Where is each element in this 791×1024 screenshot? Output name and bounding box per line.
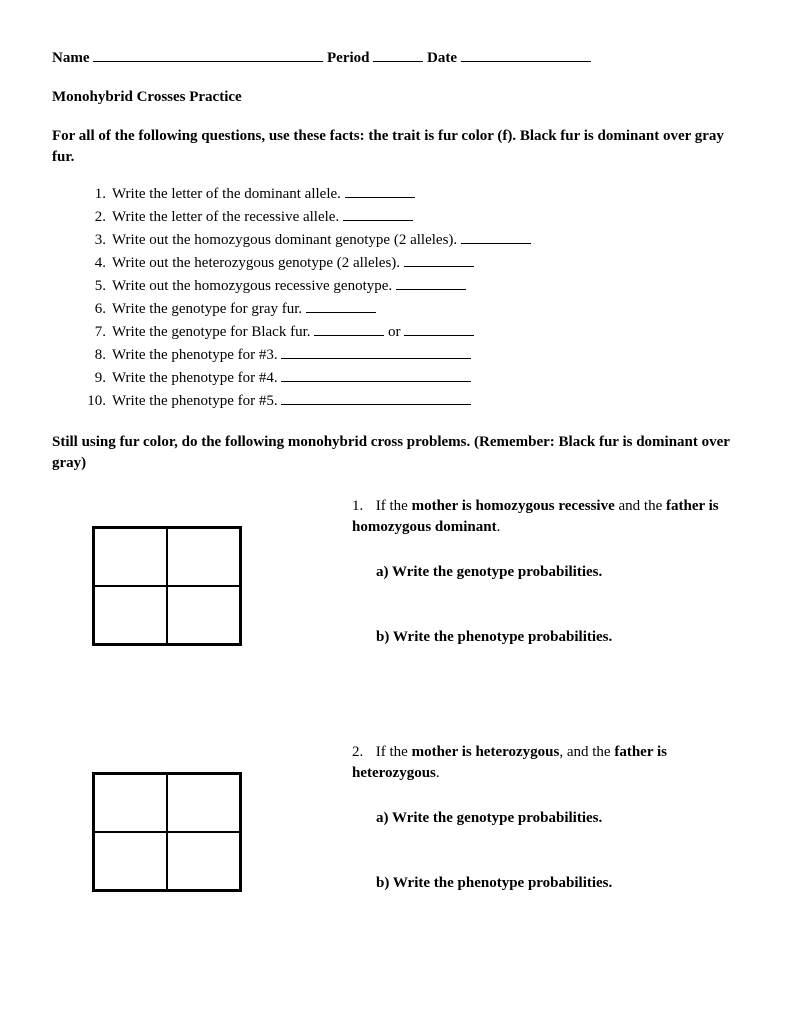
problem-bold: mother is heterozygous: [412, 744, 560, 760]
q-text: Write the phenotype for #3.: [112, 347, 278, 363]
section-header: Still using fur color, do the following …: [52, 432, 739, 474]
punnett-cell[interactable]: [94, 774, 167, 832]
q-num: 10.: [86, 391, 106, 412]
punnett-cell[interactable]: [167, 832, 240, 890]
punnett-cell[interactable]: [94, 586, 167, 644]
q-text: Write the phenotype for #5.: [112, 393, 278, 409]
punnett-cell[interactable]: [167, 528, 240, 586]
question-item: 8. Write the phenotype for #3.: [112, 345, 739, 366]
question-item: 9. Write the phenotype for #4.: [112, 368, 739, 389]
punnett-square[interactable]: [92, 526, 242, 646]
punnett-container: [52, 496, 342, 646]
question-item: 6. Write the genotype for gray fur.: [112, 299, 739, 320]
q-text: Write out the homozygous recessive genot…: [112, 278, 392, 294]
period-label: Period: [327, 50, 370, 66]
q-text: Write out the homozygous dominant genoty…: [112, 232, 457, 248]
problem-text: 2. If the mother is heterozygous, and th…: [352, 742, 739, 784]
q-num: 8.: [86, 345, 106, 366]
question-item: 7. Write the genotype for Black fur. or: [112, 322, 739, 343]
punnett-cell[interactable]: [167, 774, 240, 832]
question-item: 2. Write the letter of the recessive all…: [112, 207, 739, 228]
q-num: 6.: [86, 299, 106, 320]
sub-question-a: a) Write the genotype probabilities.: [376, 808, 739, 829]
sub-question-a: a) Write the genotype probabilities.: [376, 562, 739, 583]
q-text: Write the phenotype for #4.: [112, 370, 278, 386]
punnett-square[interactable]: [92, 772, 242, 892]
name-blank[interactable]: [93, 49, 323, 63]
answer-blank[interactable]: [306, 300, 376, 314]
question-item: 10. Write the phenotype for #5.: [112, 391, 739, 412]
answer-blank[interactable]: [281, 369, 471, 383]
problem-mid: , and the: [559, 744, 614, 760]
problem-suffix: .: [436, 765, 440, 781]
answer-blank[interactable]: [343, 208, 413, 222]
q-num: 9.: [86, 368, 106, 389]
question-item: 4. Write out the heterozygous genotype (…: [112, 253, 739, 274]
sub-question-b: b) Write the phenotype probabilities.: [376, 627, 739, 648]
answer-blank[interactable]: [404, 323, 474, 337]
punnett-cell[interactable]: [167, 586, 240, 644]
answer-blank[interactable]: [461, 231, 531, 245]
sub-question-b: b) Write the phenotype probabilities.: [376, 873, 739, 894]
problem-row: 2. If the mother is heterozygous, and th…: [52, 742, 739, 938]
q-num: 5.: [86, 276, 106, 297]
punnett-cell[interactable]: [94, 528, 167, 586]
q-text: Write the letter of the recessive allele…: [112, 209, 339, 225]
problem-prefix: If the: [376, 498, 412, 514]
q-num: 1.: [86, 184, 106, 205]
question-item: 5. Write out the homozygous recessive ge…: [112, 276, 739, 297]
answer-blank[interactable]: [281, 392, 471, 406]
problem-text: 1. If the mother is homozygous recessive…: [352, 496, 739, 538]
period-blank[interactable]: [373, 49, 423, 63]
answer-blank[interactable]: [396, 277, 466, 291]
problem-num: 2.: [352, 742, 372, 763]
q-num: 7.: [86, 322, 106, 343]
answer-blank[interactable]: [281, 346, 471, 360]
problem-row: 1. If the mother is homozygous recessive…: [52, 496, 739, 692]
problem-prefix: If the: [376, 744, 412, 760]
problem-bold: mother is homozygous recessive: [412, 498, 615, 514]
q-text: Write the letter of the dominant allele.: [112, 186, 341, 202]
header-line: Name Period Date: [52, 48, 739, 69]
q-num: 3.: [86, 230, 106, 251]
problem-content: 2. If the mother is heterozygous, and th…: [342, 742, 739, 938]
q-text: Write out the heterozygous genotype (2 a…: [112, 255, 400, 271]
name-label: Name: [52, 50, 90, 66]
problem-suffix: .: [497, 519, 501, 535]
question-item: 1. Write the letter of the dominant alle…: [112, 184, 739, 205]
instructions: For all of the following questions, use …: [52, 126, 739, 168]
punnett-container: [52, 742, 342, 892]
problem-mid: and the: [615, 498, 666, 514]
answer-blank[interactable]: [345, 185, 415, 199]
q-num: 4.: [86, 253, 106, 274]
q-text: Write the genotype for Black fur.: [112, 324, 311, 340]
punnett-cell[interactable]: [94, 832, 167, 890]
q-num: 2.: [86, 207, 106, 228]
problem-num: 1.: [352, 496, 372, 517]
answer-blank[interactable]: [404, 254, 474, 268]
q-text: Write the genotype for gray fur.: [112, 301, 302, 317]
date-blank[interactable]: [461, 49, 591, 63]
worksheet-title: Monohybrid Crosses Practice: [52, 87, 739, 108]
answer-blank[interactable]: [314, 323, 384, 337]
date-label: Date: [427, 50, 457, 66]
question-item: 3. Write out the homozygous dominant gen…: [112, 230, 739, 251]
or-text: or: [388, 324, 401, 340]
problem-content: 1. If the mother is homozygous recessive…: [342, 496, 739, 692]
question-list: 1. Write the letter of the dominant alle…: [52, 184, 739, 412]
